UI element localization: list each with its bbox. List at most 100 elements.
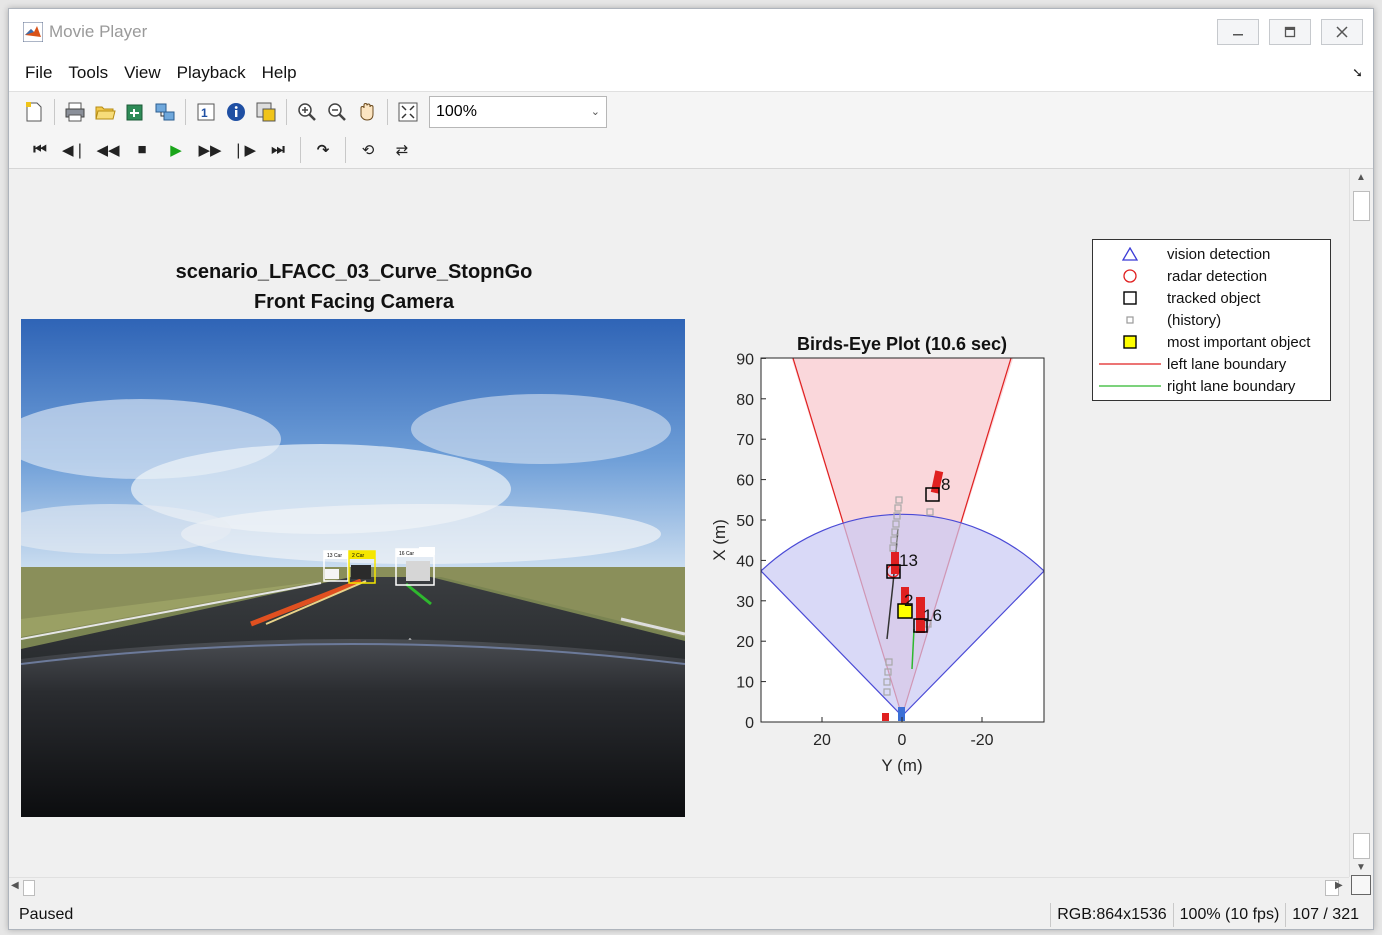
vertical-scroll-thumb-lower[interactable] <box>1353 833 1370 859</box>
chevron-down-icon: ⌄ <box>590 106 600 118</box>
fit-to-window-icon <box>398 102 418 121</box>
small-square-marker-icon <box>1093 312 1167 328</box>
close-button[interactable] <box>1321 19 1363 45</box>
menu-file[interactable]: File <box>19 63 58 83</box>
print-button[interactable] <box>60 97 90 127</box>
pan-icon <box>360 102 374 121</box>
y-tick-label: 20 <box>736 634 754 651</box>
legend-label: vision detection <box>1167 245 1271 263</box>
export-button[interactable] <box>120 97 150 127</box>
info-icon <box>227 102 245 121</box>
legend-item: radar detection <box>1093 265 1267 287</box>
restore-icon <box>1284 26 1296 38</box>
title-bar[interactable]: Movie Player <box>9 9 1373 55</box>
new-figure-button[interactable] <box>19 97 49 127</box>
triangle-marker-icon <box>1093 247 1167 261</box>
colormap-button[interactable] <box>251 97 281 127</box>
horizontal-scrollbar[interactable]: ◀ ▶ <box>9 877 1349 897</box>
camera-label-2: 2 Car <box>352 553 365 559</box>
forward-backward-button[interactable]: ⇄ <box>385 135 419 165</box>
window-title: Movie Player <box>49 22 148 41</box>
restore-button[interactable] <box>1269 19 1311 45</box>
movie-display-area: scenario_LFACC_03_Curve_StopnGo Front Fa… <box>9 169 1349 877</box>
status-zoom-fps: 100% (10 fps) <box>1172 903 1286 927</box>
playback-status: Paused <box>19 906 74 923</box>
scroll-right-icon[interactable]: ▶ <box>1335 880 1343 891</box>
legend-item: right lane boundary <box>1093 375 1295 397</box>
track-label-13: 13 <box>899 551 918 570</box>
legend-label: tracked object <box>1167 289 1261 307</box>
colormap-icon <box>256 102 276 121</box>
print-icon <box>65 102 85 121</box>
toolbar-separator <box>286 98 287 125</box>
legend-label: left lane boundary <box>1167 355 1287 373</box>
birds-eye-xlabel: Y (m) <box>881 756 922 775</box>
vertical-scrollbar[interactable]: ▲ ▼ <box>1349 169 1373 877</box>
y-tick-label: 10 <box>736 675 754 692</box>
play-button[interactable]: ▶ <box>159 135 193 165</box>
front-camera-frame: 13 Car 2 Car 16 Car <box>21 319 685 817</box>
connect-icon <box>155 103 175 120</box>
pan-button[interactable] <box>352 97 382 127</box>
zoom-dropdown[interactable]: 100% ⌄ <box>429 95 607 128</box>
menu-view[interactable]: View <box>118 63 167 83</box>
camera-label-13: 13 Car <box>327 553 342 559</box>
fast-forward-button[interactable]: ▶▶ <box>193 135 227 165</box>
birds-eye-ylabel: X (m) <box>710 519 729 561</box>
step-forward-button[interactable]: ❘▶ <box>227 135 261 165</box>
export-icon <box>126 104 143 120</box>
jump-to-button[interactable]: ↷ <box>306 135 340 165</box>
repeat-icon: ⟲ <box>361 141 375 159</box>
y-tick-label: 70 <box>736 432 754 449</box>
stop-button[interactable]: ■ <box>125 135 159 165</box>
track-label-8: 8 <box>941 475 950 494</box>
birds-eye-plot: Birds-Eye Plot (10.6 sec) 8 13 2 16 0102… <box>710 334 1045 775</box>
open-file-button[interactable] <box>90 97 120 127</box>
info-button[interactable] <box>221 97 251 127</box>
toolbar-separator <box>185 98 186 125</box>
red-line-icon <box>1093 361 1167 367</box>
y-tick-label: 30 <box>736 594 754 611</box>
stop-icon: ■ <box>137 141 147 158</box>
step-back-button[interactable]: ◀❘ <box>57 135 91 165</box>
frame-info-button[interactable]: 1 <box>191 97 221 127</box>
y-tick-label: 40 <box>736 553 754 570</box>
resize-corner[interactable] <box>1351 875 1371 895</box>
connect-button[interactable] <box>150 97 180 127</box>
go-to-first-button[interactable]: ⏮ <box>23 135 57 165</box>
legend-item: left lane boundary <box>1093 353 1286 375</box>
horizontal-scroll-thumb[interactable] <box>23 880 35 896</box>
legend-item: vision detection <box>1093 243 1270 265</box>
legend-label: right lane boundary <box>1167 377 1296 395</box>
dock-arrow-icon[interactable]: ➘ <box>1352 65 1363 81</box>
menu-playback[interactable]: Playback <box>171 63 252 83</box>
fit-to-window-button[interactable] <box>393 97 423 127</box>
scroll-left-icon[interactable]: ◀ <box>11 880 19 891</box>
y-tick-label: 80 <box>736 392 754 409</box>
zoom-out-button[interactable] <box>322 97 352 127</box>
menu-help[interactable]: Help <box>256 63 303 83</box>
zoom-in-button[interactable] <box>292 97 322 127</box>
go-to-last-button[interactable]: ⏭ <box>261 135 295 165</box>
toolbar-separator <box>345 136 346 163</box>
legend-item: (history) <box>1093 309 1221 331</box>
scroll-up-icon[interactable]: ▲ <box>1350 169 1372 187</box>
new-figure-icon <box>26 101 42 121</box>
vertical-scroll-thumb[interactable] <box>1353 191 1370 221</box>
rewind-button[interactable]: ◀◀ <box>91 135 125 165</box>
figure-subtitle: Front Facing Camera <box>253 291 455 313</box>
minimize-button[interactable] <box>1217 19 1259 45</box>
x-tick-label: 20 <box>813 732 831 749</box>
zoom-out-icon <box>328 102 346 121</box>
legend-label: most important object <box>1167 333 1311 351</box>
legend-label: radar detection <box>1167 267 1268 285</box>
repeat-button[interactable]: ⟲ <box>351 135 385 165</box>
minimize-icon <box>1233 34 1243 36</box>
menu-tools[interactable]: Tools <box>62 63 114 83</box>
x-tick-label: 0 <box>898 732 907 749</box>
playback-toolbar: ⏮ ◀❘ ◀◀ ■ ▶ ▶▶ ❘▶ ⏭ ↷ ⟲ ⇄ <box>9 131 1373 169</box>
figure-title: scenario_LFACC_03_Curve_StopnGo <box>175 261 533 283</box>
play-icon: ▶ <box>170 141 182 159</box>
y-tick-label: 0 <box>745 715 754 732</box>
step-forward-icon: ❘▶ <box>231 141 257 159</box>
